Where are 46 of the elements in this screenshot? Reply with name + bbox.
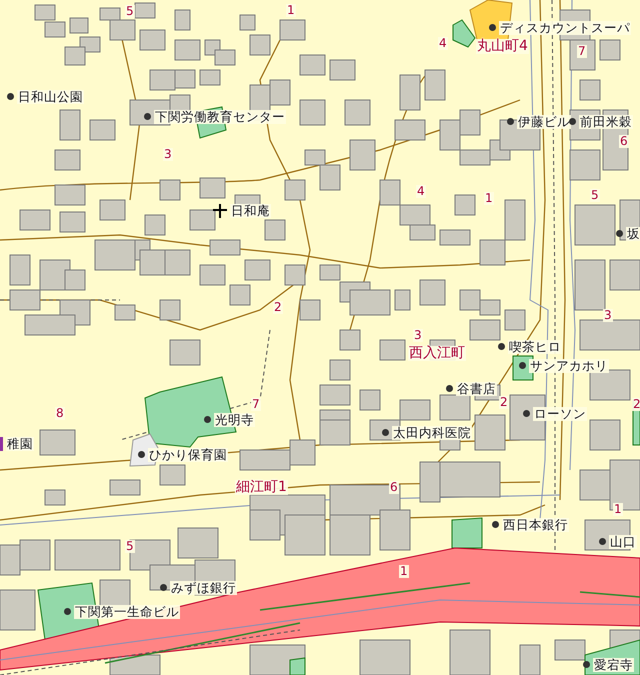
block-number: 2 (499, 396, 509, 410)
block-number: 5 (125, 540, 135, 554)
block-number: 1 (484, 192, 494, 206)
cross-icon (213, 204, 227, 218)
block-number: 8 (55, 407, 65, 420)
place-label: 日和山公園 (17, 90, 84, 104)
place-label: 下関第一生命ビル (74, 605, 180, 619)
place-label: 下関労働教育センター (154, 110, 286, 124)
place-label: サンアカホリ (529, 359, 609, 373)
block-number: 1 (399, 565, 409, 578)
place-label: 愛宕寺 (593, 658, 634, 672)
district-label: 西入江町 (408, 346, 466, 362)
block-number: 2 (273, 301, 283, 314)
district-label: 丸山町4 (476, 39, 529, 54)
place-label: ひかり保育園 (148, 448, 228, 462)
place-label: 谷書店 (456, 382, 497, 396)
block-number: 7 (577, 45, 587, 58)
place-label: ディスカウントスーパ (499, 21, 631, 35)
block-number: 1 (613, 503, 623, 516)
district-label: 細江町1 (235, 480, 288, 496)
block-number: 7 (251, 398, 261, 412)
block-number: 6 (619, 135, 629, 148)
place-label: 西日本銀行 (502, 518, 569, 532)
block-number: 4 (438, 37, 448, 50)
place-label: ローソン (533, 407, 587, 421)
block-number: 3 (603, 309, 613, 322)
block-number: 3 (413, 329, 423, 342)
block-number: 2 (632, 398, 640, 412)
place-label: 喫茶ヒロ (508, 340, 562, 354)
location-dot-icon (569, 118, 576, 126)
place-label: 伊藤ビル (517, 115, 571, 129)
block-number: 5 (125, 5, 135, 18)
block-number: 4 (416, 185, 426, 198)
block-number: 3 (163, 148, 173, 162)
place-label: 光明寺 (214, 413, 255, 427)
block-number: 1 (286, 4, 296, 18)
place-label: みずほ銀行 (170, 581, 237, 595)
marker-icon (0, 437, 3, 451)
place-label: 日和庵 (230, 204, 271, 218)
place-label: 坂 (626, 227, 640, 241)
block-number: 5 (590, 189, 600, 202)
place-label: 山口 (609, 535, 637, 549)
place-label: 稚園 (6, 437, 34, 451)
block-number: 6 (389, 481, 399, 494)
place-label: 前田米穀 (579, 115, 633, 129)
place-label: 太田内科医院 (392, 426, 472, 440)
